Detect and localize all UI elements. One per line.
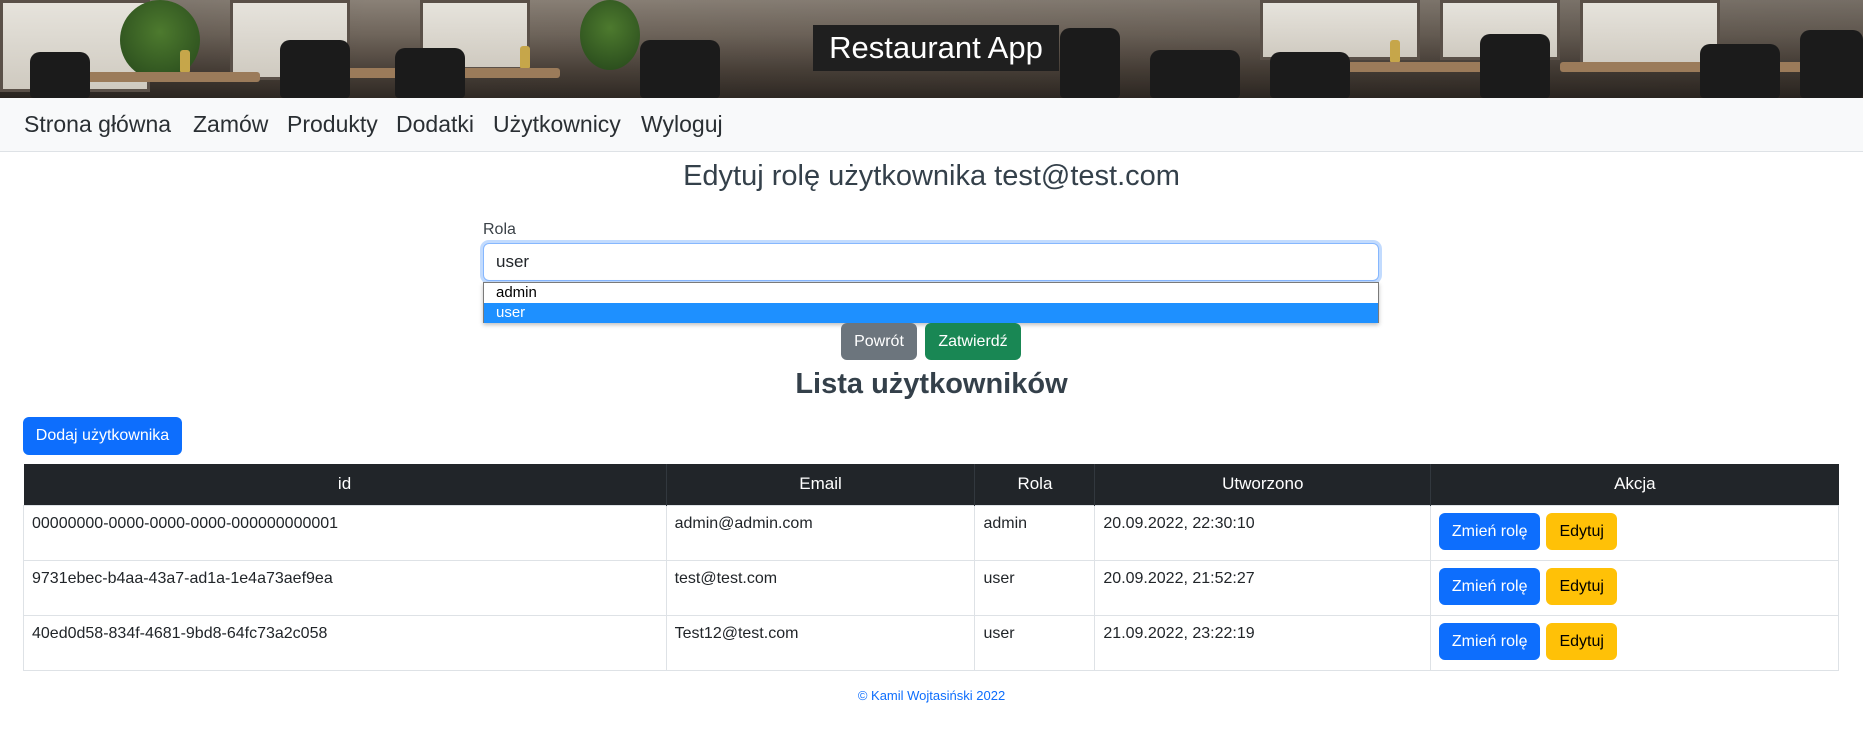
cell-id: 40ed0d58-834f-4681-9bd8-64fc73a2c058 xyxy=(23,614,667,671)
column-header-email: Email xyxy=(665,464,975,505)
role-option-admin[interactable]: admin xyxy=(484,283,1378,303)
column-header-id: id xyxy=(23,464,667,505)
nav-item-users[interactable]: Użytkownicy xyxy=(493,112,621,136)
banner-bottle xyxy=(520,46,530,68)
role-dropdown-list: admin user xyxy=(483,282,1379,323)
cell-email: Test12@test.com xyxy=(665,614,976,671)
table-row: 9731ebec-b4aa-43a7-ad1a-1e4a73aef9ea tes… xyxy=(23,559,1839,616)
header-banner: Restaurant App xyxy=(0,0,1863,98)
banner-chair xyxy=(30,52,90,98)
cell-email: admin@admin.com xyxy=(665,504,976,561)
cell-actions: Zmień rolę Edytuj xyxy=(1430,504,1839,561)
banner-bottle xyxy=(1390,40,1400,62)
column-header-created: Utworzono xyxy=(1094,464,1431,505)
banner-chair xyxy=(1480,34,1550,98)
edit-button[interactable]: Edytuj xyxy=(1546,512,1618,550)
cell-email: test@test.com xyxy=(665,559,976,616)
role-option-user[interactable]: user xyxy=(484,303,1378,323)
table-row: 40ed0d58-834f-4681-9bd8-64fc73a2c058 Tes… xyxy=(23,614,1839,671)
cell-id: 00000000-0000-0000-0000-000000000001 xyxy=(23,504,667,561)
cell-id: 9731ebec-b4aa-43a7-ad1a-1e4a73aef9ea xyxy=(23,559,667,616)
footer-copyright: © Kamil Wojtasiński 2022 xyxy=(857,688,1006,703)
banner-chair xyxy=(1060,28,1120,98)
cell-created: 20.09.2022, 22:30:10 xyxy=(1094,504,1432,561)
table-row: 00000000-0000-0000-0000-000000000001 adm… xyxy=(23,504,1839,561)
role-label: Rola xyxy=(483,221,516,238)
role-select[interactable]: user xyxy=(483,243,1379,281)
cell-actions: Zmień rolę Edytuj xyxy=(1430,559,1839,616)
banner-plant xyxy=(580,0,640,70)
cell-created: 21.09.2022, 23:22:19 xyxy=(1094,614,1432,671)
nav-item-order[interactable]: Zamów xyxy=(193,112,268,136)
banner-table xyxy=(60,72,260,82)
cell-role: user xyxy=(974,559,1096,616)
add-user-button[interactable]: Dodaj użytkownika xyxy=(23,417,182,455)
app-title: Restaurant App xyxy=(813,25,1059,71)
banner-chair xyxy=(280,40,350,98)
nav-item-logout[interactable]: Wyloguj xyxy=(641,112,723,136)
table-header-row: id Email Rola Utworzono Akcja xyxy=(23,464,1839,505)
cell-role: admin xyxy=(974,504,1096,561)
banner-chair xyxy=(1700,44,1780,98)
column-header-action: Akcja xyxy=(1430,464,1839,505)
banner-bottle xyxy=(180,50,190,72)
users-table: id Email Rola Utworzono Akcja 00000000-0… xyxy=(23,464,1839,671)
nav-item-addons[interactable]: Dodatki xyxy=(396,112,474,136)
user-list-title: Lista użytkowników xyxy=(795,368,1068,400)
cell-actions: Zmień rolę Edytuj xyxy=(1430,614,1839,671)
nav-item-home[interactable]: Strona główna xyxy=(24,112,171,136)
banner-window xyxy=(1580,0,1720,70)
change-role-button[interactable]: Zmień rolę xyxy=(1439,622,1541,660)
edit-button[interactable]: Edytuj xyxy=(1546,567,1618,605)
banner-chair xyxy=(1150,50,1240,98)
change-role-button[interactable]: Zmień rolę xyxy=(1439,512,1541,550)
back-button[interactable]: Powrót xyxy=(841,323,917,360)
change-role-button[interactable]: Zmień rolę xyxy=(1439,567,1541,605)
banner-chair xyxy=(1270,52,1350,98)
banner-chair xyxy=(640,40,720,98)
cell-role: user xyxy=(974,614,1096,671)
cell-created: 20.09.2022, 21:52:27 xyxy=(1094,559,1432,616)
submit-button[interactable]: Zatwierdź xyxy=(925,323,1021,360)
banner-chair xyxy=(1800,30,1863,98)
main-nav: Strona główna Zamów Produkty Dodatki Uży… xyxy=(0,98,1863,152)
edit-button[interactable]: Edytuj xyxy=(1546,622,1618,660)
nav-item-products[interactable]: Produkty xyxy=(287,112,378,136)
edit-role-title: Edytuj rolę użytkownika test@test.com xyxy=(683,160,1180,192)
banner-chair xyxy=(395,48,465,98)
column-header-role: Rola xyxy=(974,464,1095,505)
